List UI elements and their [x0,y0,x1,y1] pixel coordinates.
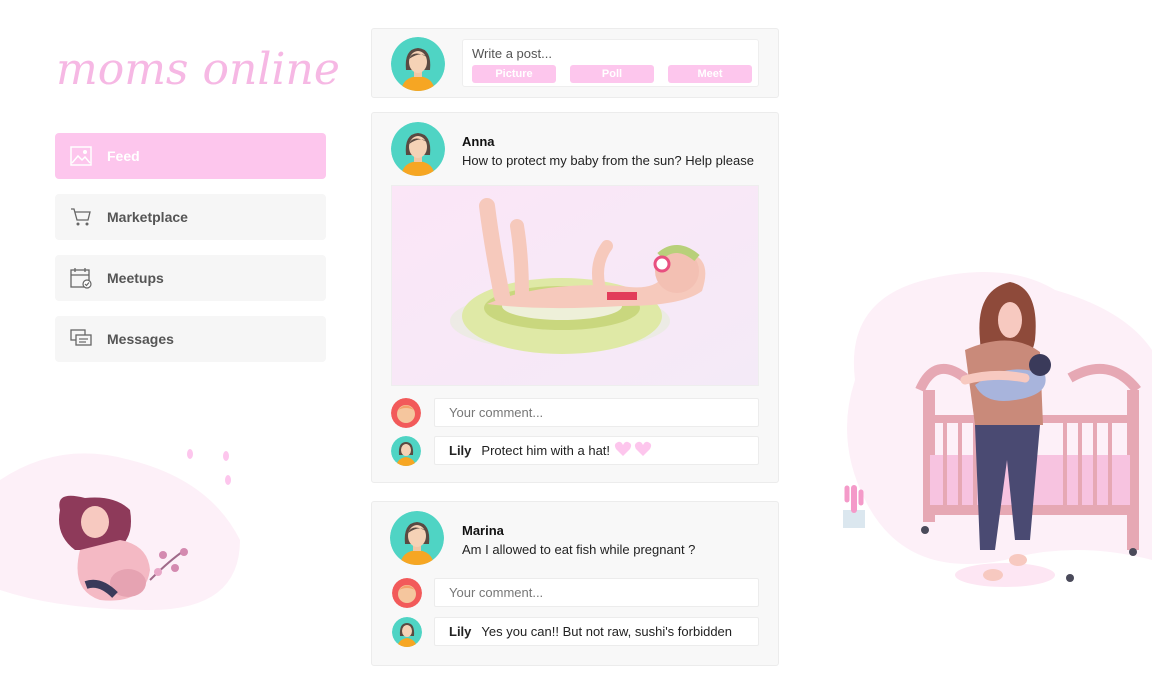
nav-label-meetups: Meetups [107,270,164,286]
post-author[interactable]: Anna [462,134,495,149]
post-photo[interactable] [391,185,759,386]
post-input-placeholder: Write a post... [472,46,552,61]
chat-icon [69,327,93,351]
avatar [391,398,421,428]
heart-icon[interactable] [614,441,632,460]
comment: Lily Protect him with a hat! [434,436,759,465]
comment: Lily Yes you can!! But not raw, sushi's … [434,617,759,646]
comment-input[interactable] [434,398,759,427]
nav-item-feed[interactable]: Feed [55,133,326,179]
comment-author[interactable]: Lily [449,443,471,458]
comment-text: Yes you can!! But not raw, sushi's forbi… [481,624,733,639]
nav-item-meetups[interactable]: Meetups [55,255,326,301]
mother-nursing-illustration [0,449,240,610]
post-card: Marina Am I allowed to eat fish while pr… [371,501,779,666]
sidebar-nav: Feed Marketplace Meetups Messages [55,133,326,377]
comment-input[interactable] [434,578,759,607]
cart-icon [69,205,93,229]
poll-button[interactable]: Poll [570,65,654,83]
mother-crib-illustration [843,272,1152,587]
cactus-plant [843,485,865,528]
avatar [391,122,445,176]
comment-author[interactable]: Lily [449,624,471,639]
calendar-icon [69,266,93,290]
nav-label-feed: Feed [107,148,140,164]
nav-label-messages: Messages [107,331,174,347]
avatar [391,436,421,466]
heart-icon[interactable] [634,441,652,460]
post-text: How to protect my baby from the sun? Hel… [462,153,754,168]
logo-text: moms online [56,44,340,95]
post-text: Am I allowed to eat fish while pregnant … [462,542,696,557]
image-icon [69,144,93,168]
avatar [392,578,422,608]
comment-text: Protect him with a hat! [481,443,611,458]
nav-label-marketplace: Marketplace [107,209,188,225]
meet-button[interactable]: Meet [668,65,752,83]
brand-logo: moms online [56,44,340,95]
nav-item-messages[interactable]: Messages [55,316,326,362]
post-composer: Write a post... Picture Poll Meet [371,28,779,98]
post-input[interactable]: Write a post... Picture Poll Meet [462,39,759,87]
avatar [390,511,444,565]
picture-button[interactable]: Picture [472,65,556,83]
post-card: Anna How to protect my baby from the sun… [371,112,779,483]
nav-item-marketplace[interactable]: Marketplace [55,194,326,240]
avatar [392,617,422,647]
avatar [391,37,445,91]
post-author[interactable]: Marina [462,523,504,538]
